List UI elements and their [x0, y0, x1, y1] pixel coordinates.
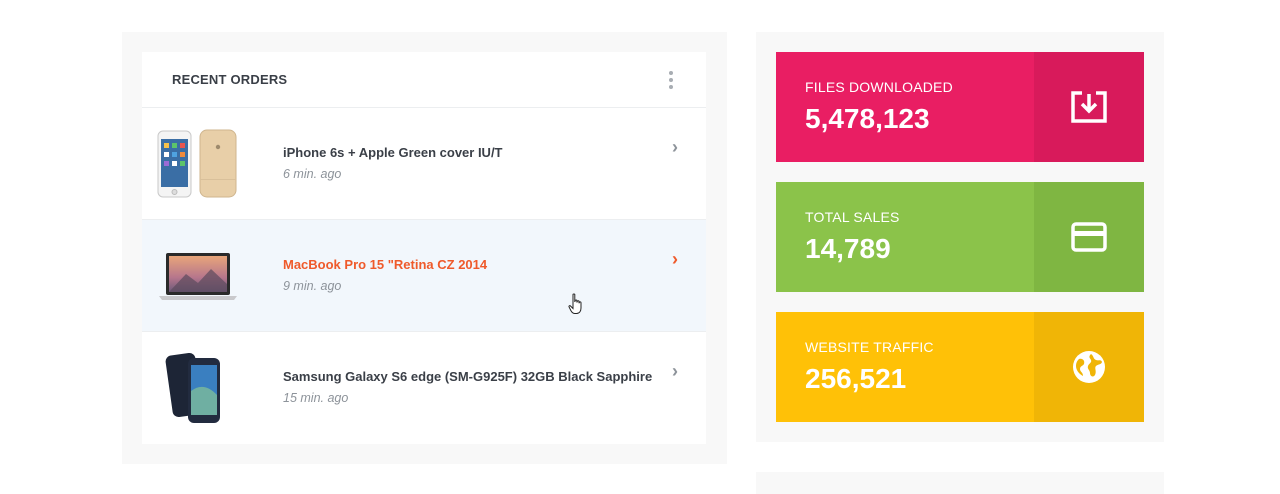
recent-orders-title: RECENT ORDERS — [172, 72, 288, 87]
recent-orders-panel: RECENT ORDERS iPhone 6s + Apple Green co… — [122, 32, 727, 464]
macbook-thumbnail — [159, 252, 237, 300]
stat-value: 256,521 — [805, 363, 907, 394]
stat-value: 5,478,123 — [805, 103, 930, 134]
order-row[interactable]: Samsung Galaxy S6 edge (SM-G925F) 32GB B… — [142, 332, 706, 443]
order-time: 6 min. ago — [283, 167, 342, 181]
stat-label: WEBSITE TRAFFIC — [805, 339, 934, 355]
globe-icon — [1034, 312, 1144, 422]
files-downloaded-card: FILES DOWNLOADED 5,478,123 — [776, 52, 1144, 162]
order-name: MacBook Pro 15 "Retina CZ 2014 — [283, 257, 488, 272]
download-icon — [1034, 52, 1144, 162]
chevron-right-icon[interactable]: › — [672, 250, 678, 268]
stat-label: FILES DOWNLOADED — [805, 79, 953, 95]
order-row[interactable]: iPhone 6s + Apple Green cover IU/T 6 min… — [142, 108, 706, 220]
credit-card-icon — [1034, 182, 1144, 292]
stat-label: TOTAL SALES — [805, 209, 900, 225]
recent-orders-header: RECENT ORDERS — [142, 52, 706, 108]
order-row[interactable]: MacBook Pro 15 "Retina CZ 2014 9 min. ag… — [142, 220, 706, 332]
order-name: iPhone 6s + Apple Green cover IU/T — [283, 145, 503, 160]
samsung-thumbnail — [165, 352, 220, 423]
stat-value: 14,789 — [805, 233, 891, 264]
website-traffic-card: WEBSITE TRAFFIC 256,521 — [776, 312, 1144, 422]
order-time: 9 min. ago — [283, 279, 342, 293]
stats-panel-secondary — [756, 472, 1164, 494]
order-time: 15 min. ago — [283, 391, 349, 405]
chevron-right-icon[interactable]: › — [672, 362, 678, 380]
hand-cursor-icon — [568, 293, 582, 314]
chevron-right-icon[interactable]: › — [672, 138, 678, 156]
order-name: Samsung Galaxy S6 edge (SM-G925F) 32GB B… — [283, 369, 653, 384]
kebab-menu-icon[interactable] — [666, 70, 676, 89]
stats-panel: FILES DOWNLOADED 5,478,123 TOTAL SALES 1… — [756, 32, 1164, 442]
recent-orders-card: RECENT ORDERS iPhone 6s + Apple Green co… — [142, 52, 706, 444]
iphone-thumbnail — [157, 129, 237, 197]
total-sales-card: TOTAL SALES 14,789 — [776, 182, 1144, 292]
